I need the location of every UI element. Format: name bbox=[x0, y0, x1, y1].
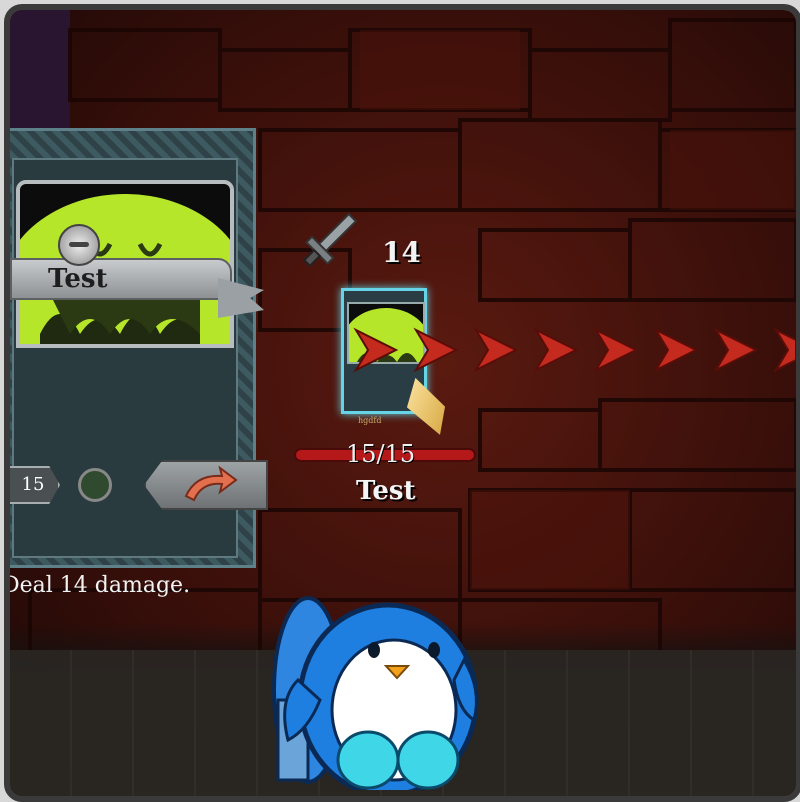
enemy-card-caption: hgdfd bbox=[358, 416, 382, 425]
card-title-banner bbox=[10, 258, 232, 300]
player-penguin[interactable] bbox=[268, 590, 488, 790]
enemy-name: Test bbox=[356, 476, 416, 506]
selected-card[interactable]: Test 15 Deal 14 damage. bbox=[10, 128, 268, 598]
card-description: Deal 14 damage. bbox=[4, 573, 191, 598]
sword-icon bbox=[302, 212, 358, 268]
game-viewport: Test 15 Deal 14 damage. 14 hgdfd 15/15 T… bbox=[4, 4, 800, 802]
enemy-hp-text: 15/15 bbox=[346, 440, 416, 468]
card-cost: 15 bbox=[10, 466, 60, 504]
card-knob-icon bbox=[58, 224, 100, 266]
redirect-arrow-icon bbox=[144, 460, 268, 510]
card-title: Test bbox=[48, 264, 108, 294]
card-stat-bar: 15 bbox=[10, 460, 268, 510]
enemy-intent-damage: 14 bbox=[382, 236, 421, 269]
targeting-arrow bbox=[353, 327, 796, 373]
gem-icon bbox=[78, 468, 112, 502]
